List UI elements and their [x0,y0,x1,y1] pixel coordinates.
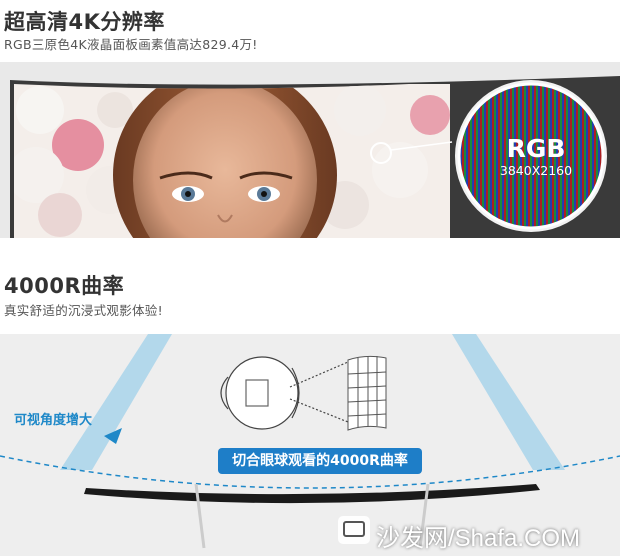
eye-diagram [220,356,349,430]
resolution-label: 3840X2160 [499,163,573,178]
curved-tv-top-view [84,484,540,504]
left-view-beam [60,334,172,470]
section2-title: 4000R曲率 [4,274,125,298]
curvature-badge: 切合眼球观看的4000R曲率 [218,448,422,474]
section2-subtitle: 真实舒适的沉浸式观影体验! [4,303,163,318]
section1-subtitle: RGB三原色4K液晶面板画素值高达829.4万! [4,37,258,52]
section1-title: 超高清4K分辨率 [4,10,165,34]
watermark-logo-icon [338,516,370,544]
fov-label: 可视角度增大 [14,413,93,428]
rgb-label: RGB [506,134,566,163]
watermark-text: 沙发网/Shafa.COM [376,525,581,552]
right-view-beam [452,334,565,470]
curved-grid-illustration [347,355,387,431]
